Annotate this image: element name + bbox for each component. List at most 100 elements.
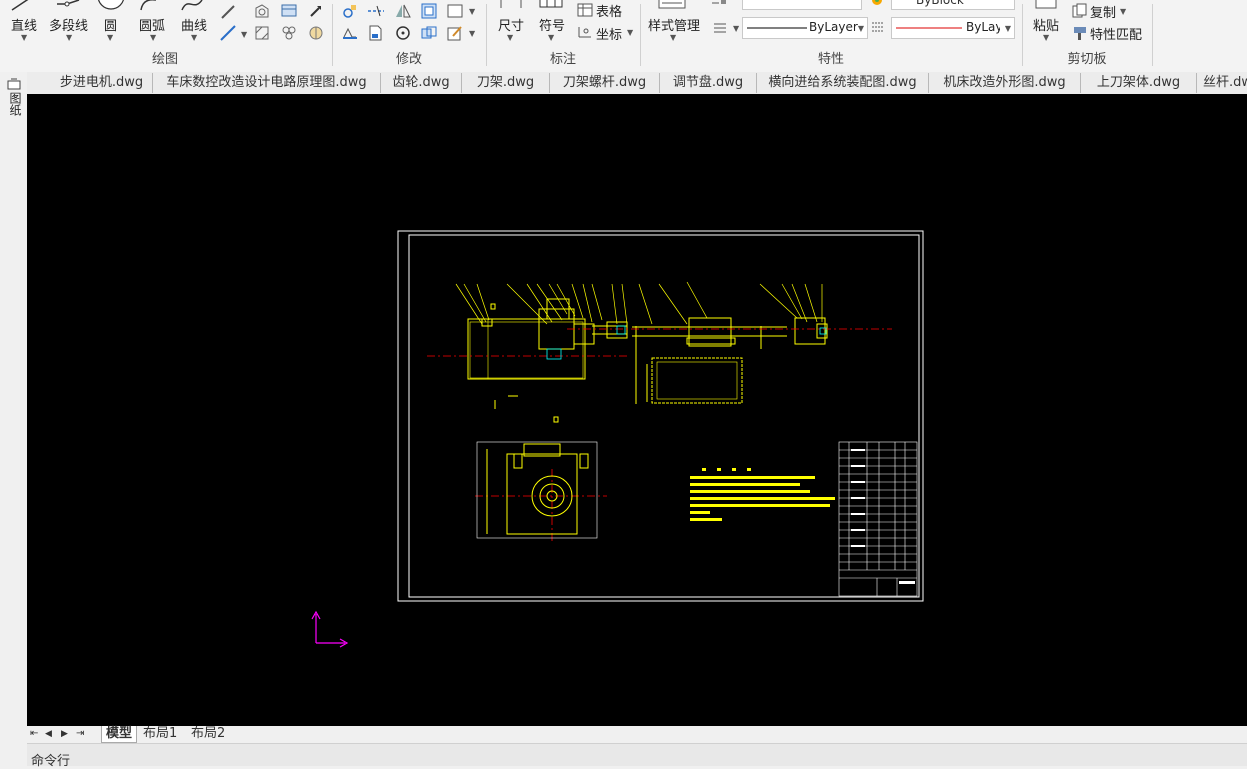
edit-caret[interactable]: ▼ (469, 29, 475, 38)
style-manager-caret[interactable]: ▼ (670, 33, 676, 42)
color-dropdown[interactable]: ByBlock (891, 0, 1015, 10)
first-layout-button[interactable]: ⇤ (30, 726, 38, 742)
symbol-caret[interactable]: ▼ (548, 33, 554, 42)
layer-prop-icon[interactable] (711, 0, 727, 4)
table-icon[interactable] (577, 3, 593, 17)
offset-icon[interactable] (421, 3, 437, 19)
tab-model[interactable]: 模型 (101, 726, 138, 743)
drawing-canvas[interactable] (27, 94, 1247, 726)
tab-layout1[interactable]: 布局1 (143, 726, 177, 742)
polyline-icon[interactable] (55, 0, 81, 10)
file-tab[interactable]: 丝杆.dwg (1197, 73, 1247, 93)
file-tab[interactable]: 齿轮.dwg (381, 73, 462, 93)
lineweight-list-icon[interactable] (713, 21, 727, 33)
color-wheel-icon[interactable] (871, 0, 883, 5)
polyline-button[interactable]: 多段线 (49, 15, 88, 34)
line-blue-caret[interactable]: ▼ (241, 30, 247, 39)
command-line-label: 命令行 (31, 754, 71, 769)
trim-icon[interactable] (367, 3, 385, 19)
linetype-caret[interactable]: ▼ (858, 24, 864, 33)
pick-icon[interactable] (308, 3, 324, 19)
copy-button[interactable]: 复制 (1090, 2, 1116, 21)
layer-top-dropdown[interactable] (742, 0, 862, 10)
file-tab[interactable]: 刀架.dwg (462, 73, 550, 93)
region-icon[interactable] (254, 3, 270, 19)
coordinate-caret[interactable]: ▼ (627, 28, 633, 37)
coordinate-button[interactable]: 坐标 (596, 24, 622, 43)
dimension-caret[interactable]: ▼ (507, 33, 513, 42)
edit-icon[interactable] (447, 25, 463, 41)
line-button[interactable]: 直线 (11, 15, 37, 34)
table-button[interactable]: 表格 (596, 1, 622, 20)
copy-caret[interactable]: ▼ (1120, 7, 1126, 16)
lineweight-caret[interactable]: ▼ (1005, 24, 1011, 33)
coordinate-icon[interactable] (577, 25, 593, 39)
rectangle-icon[interactable] (447, 3, 463, 19)
mirror-icon[interactable] (395, 3, 411, 19)
lineweight-list-caret[interactable]: ▼ (733, 24, 739, 33)
assembly-leader-lines (455, 281, 823, 325)
move-icon[interactable] (342, 3, 358, 19)
match-prop-icon[interactable] (1072, 25, 1088, 41)
rectangle-caret[interactable]: ▼ (469, 7, 475, 16)
drawing-viewport (311, 230, 924, 648)
file-tab[interactable]: 上刀架体.dwg (1081, 73, 1197, 93)
line-blue-icon[interactable] (220, 25, 236, 41)
polyline-caret[interactable]: ▼ (66, 33, 72, 42)
pencil-icon[interactable] (220, 4, 236, 20)
last-layout-button[interactable]: ⇥ (76, 726, 84, 742)
match-prop-button[interactable]: 特性匹配 (1090, 24, 1142, 43)
tab-layout2[interactable]: 布局2 (191, 726, 225, 742)
linetype-dropdown[interactable]: ByLayer ▼ (742, 17, 868, 39)
circle-caret[interactable]: ▼ (107, 33, 113, 42)
symbol-icon[interactable] (539, 0, 563, 8)
curve-caret[interactable]: ▼ (191, 33, 197, 42)
table-draw-icon[interactable] (281, 3, 297, 19)
hatch-icon[interactable] (254, 25, 270, 41)
arc-caret[interactable]: ▼ (150, 33, 156, 42)
paste-button[interactable]: 粘贴 (1033, 15, 1059, 34)
line-caret[interactable]: ▼ (21, 33, 27, 42)
command-line[interactable]: 命令行 (27, 743, 1247, 769)
file-tab[interactable]: 步进电机.dwg (51, 73, 153, 93)
file-tab[interactable]: 调节盘.dwg (660, 73, 757, 93)
file-tab-label: 步进电机.dwg (59, 75, 144, 90)
arc-button[interactable]: 圆弧 (139, 15, 165, 34)
properties-group-label: 特性 (817, 52, 844, 67)
assembly-main-view (467, 298, 828, 409)
dimension-button[interactable]: 尺寸 (498, 15, 524, 34)
title-block-fill (851, 449, 915, 584)
curve-icon[interactable] (180, 0, 204, 12)
paste-caret[interactable]: ▼ (1043, 33, 1049, 42)
modify-group-label: 修改 (395, 52, 422, 67)
document-icon[interactable] (367, 25, 383, 41)
copy-modify-icon[interactable] (421, 25, 437, 41)
next-layout-button[interactable]: ▶ (61, 726, 68, 742)
file-tab[interactable]: 车床数控改造设计电路原理图.dwg (153, 73, 381, 93)
stretch-icon[interactable] (342, 25, 358, 41)
title-block (838, 441, 918, 597)
dimension-icon[interactable] (498, 0, 524, 10)
separator (1022, 4, 1023, 66)
drawing-panel-icon[interactable] (7, 78, 21, 90)
circle-button[interactable]: 圆 (104, 15, 117, 34)
hatch-pattern-icon[interactable] (871, 21, 885, 33)
style-manager-icon[interactable] (658, 0, 686, 10)
symbol-button[interactable]: 符号 (539, 15, 565, 34)
rotate-icon[interactable] (395, 25, 411, 41)
prev-layout-button[interactable]: ◀ (45, 726, 52, 742)
file-tab[interactable]: 刀架螺杆.dwg (550, 73, 660, 93)
lineweight-dropdown[interactable]: ByLayer ▼ (891, 17, 1015, 39)
curve-button[interactable]: 曲线 (181, 15, 207, 34)
arc-icon[interactable] (138, 0, 160, 12)
file-tab[interactable]: 机床改造外形图.dwg (929, 73, 1081, 93)
paste-icon[interactable] (1034, 0, 1058, 10)
copy-icon[interactable] (1072, 3, 1088, 19)
revcloud-icon[interactable] (281, 25, 297, 41)
style-manager-button[interactable]: 样式管理 (648, 15, 700, 34)
line-icon[interactable] (10, 0, 32, 12)
file-tab[interactable]: 横向进给系统装配图.dwg (757, 73, 929, 93)
boundary-icon[interactable] (308, 25, 324, 41)
drawing-panel-tab[interactable]: 图纸 (7, 92, 24, 116)
circle-icon[interactable] (96, 0, 126, 12)
